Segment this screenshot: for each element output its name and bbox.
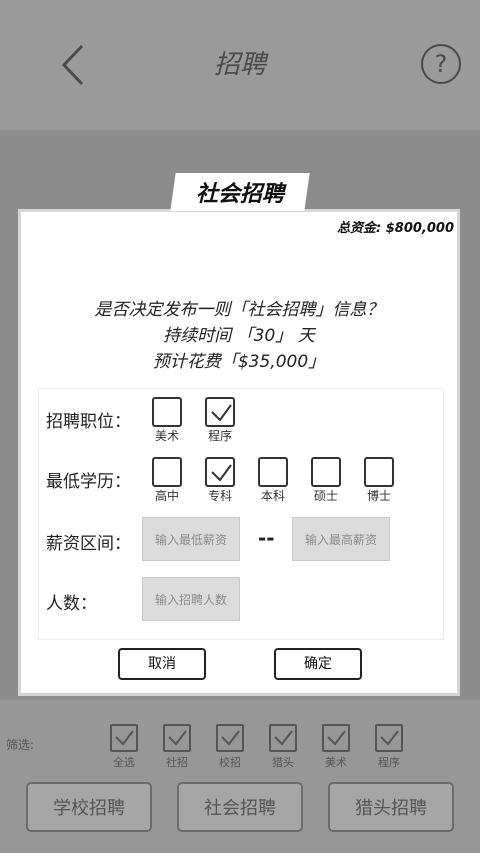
total-funds: 总资金: $800,000 [337, 221, 454, 236]
education-label: 最低学历： [46, 472, 131, 492]
tab-school-recruit[interactable]: 学校招聘 [26, 782, 152, 832]
checkbox-icon [375, 724, 403, 752]
checkbox-icon [364, 457, 394, 487]
checkbox-icon [110, 724, 138, 752]
salary-separator: -- [258, 526, 275, 550]
position-label: 招聘职位： [46, 412, 131, 432]
salary-label: 薪资区间： [46, 534, 131, 554]
duration-line: 持续时间 「30」 天 [163, 326, 315, 346]
checkbox-icon [216, 724, 244, 752]
filter-label: 筛选: [6, 738, 35, 752]
filter-program[interactable]: 程序 [369, 724, 409, 770]
count-label: 人数： [46, 594, 97, 614]
position-option-program[interactable]: 程序 [200, 397, 240, 444]
confirm-button[interactable]: 确定 [274, 648, 362, 680]
question-line: 是否决定发布一则「社会招聘」信息？ [94, 300, 384, 320]
education-option-bachelor[interactable]: 本科 [253, 457, 293, 504]
education-option-college[interactable]: 专科 [200, 457, 240, 504]
tab-headhunter-recruit[interactable]: 猎头招聘 [328, 782, 454, 832]
filter-social[interactable]: 社招 [157, 724, 197, 770]
tab-social-recruit[interactable]: 社会招聘 [177, 782, 303, 832]
cancel-button[interactable]: 取消 [118, 648, 206, 680]
salary-min-input[interactable]: 输入最低薪资 [142, 517, 240, 561]
filter-select-all[interactable]: 全选 [104, 724, 144, 770]
education-option-highschool[interactable]: 高中 [147, 457, 187, 504]
checkbox-icon [269, 724, 297, 752]
checkbox-icon [152, 397, 182, 427]
education-option-master[interactable]: 硕士 [306, 457, 346, 504]
checkbox-icon [322, 724, 350, 752]
help-icon[interactable]: ? [421, 44, 461, 84]
position-option-art[interactable]: 美术 [147, 397, 187, 444]
count-input[interactable]: 输入招聘人数 [142, 577, 240, 621]
checkbox-icon [311, 457, 341, 487]
filter-campus[interactable]: 校招 [210, 724, 250, 770]
checkbox-checked-icon [205, 457, 235, 487]
dialog-title: 社会招聘 [195, 182, 284, 207]
cost-line: 预计花费「$35,000」 [152, 352, 326, 372]
checkbox-icon [163, 724, 191, 752]
page-title: 招聘 [213, 50, 266, 80]
checkbox-icon [152, 457, 182, 487]
filter-art[interactable]: 美术 [316, 724, 356, 770]
checkbox-checked-icon [205, 397, 235, 427]
filter-headhunter[interactable]: 猎头 [263, 724, 303, 770]
salary-max-input[interactable]: 输入最高薪资 [292, 517, 390, 561]
education-option-doctor[interactable]: 博士 [359, 457, 399, 504]
checkbox-icon [258, 457, 288, 487]
